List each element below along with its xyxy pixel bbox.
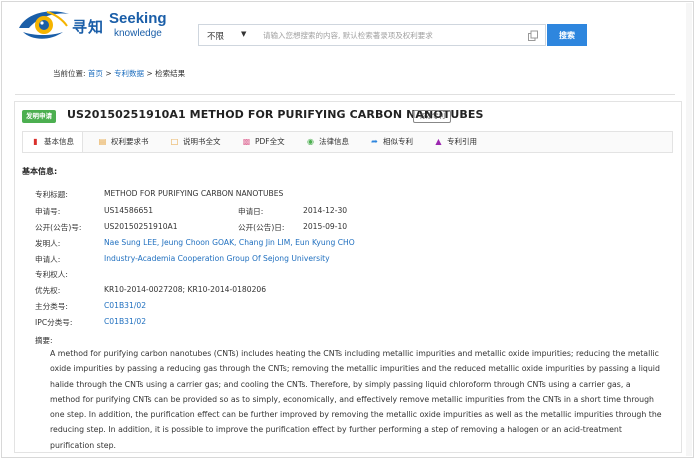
breadcrumb: 当前位置: 首页 > 专利数据 > 检索结果 — [53, 68, 185, 79]
status-badge: 发明申请 — [22, 110, 56, 123]
tab-bar: ▮ 基本信息 ▤ 权利要求书 □ 说明书全文 ▩ PDF全文 ◉ 法律信息 ➦ 相似专利 ▲… — [22, 131, 673, 153]
priority-label: 优先权: — [35, 286, 61, 295]
main-class-label: 主分类号: — [35, 302, 68, 311]
inventor-links[interactable]: Nae Sung LEE, Jeung Choon GOAK, Chang Ji… — [104, 238, 355, 247]
tab-label: 专利引用 — [447, 137, 477, 146]
publication-number-label: 公开(公告)号: — [35, 223, 82, 232]
application-number-label: 申请号: — [35, 207, 61, 216]
application-date-value: 2014-12-30 — [303, 206, 348, 215]
tab-label: 基本信息 — [44, 137, 74, 146]
application-number-value: US14586651 — [104, 206, 154, 215]
dropdown-arrow-icon[interactable]: ▼ — [241, 30, 246, 38]
ipc-class-label: IPC分类号: — [35, 318, 73, 327]
tab-claims[interactable]: ▤ 权利要求书 — [98, 132, 149, 152]
applicant-label: 申请人: — [35, 255, 61, 264]
publication-date-label: 公开(公告)日: — [238, 223, 285, 232]
search-input[interactable] — [263, 26, 525, 44]
title-label: 专利标题: — [35, 190, 68, 199]
document-icon: □ — [170, 137, 179, 146]
share-icon: ➦ — [371, 137, 378, 146]
breadcrumb-patent-data-link[interactable]: 专利数据 — [114, 69, 144, 78]
application-date-label: 申请日: — [238, 207, 264, 216]
inventor-label: 发明人: — [35, 239, 61, 248]
pdf-icon: ▩ — [242, 137, 251, 146]
site-logo[interactable]: 寻知 Seeking knowledge — [17, 6, 167, 46]
tab-basic-info[interactable]: ▮ 基本信息 — [23, 132, 83, 152]
tab-label: 说明书全文 — [183, 137, 221, 146]
header-divider — [15, 94, 675, 95]
abstract-text: A method for purifying carbon nanotubes … — [50, 349, 662, 450]
search-button[interactable]: 搜索 — [547, 24, 587, 46]
tab-description[interactable]: □ 说明书全文 — [170, 132, 221, 152]
abstract-label: 摘要: — [35, 336, 53, 345]
logo-english-sub: knowledge — [114, 28, 162, 39]
breadcrumb-home-link[interactable]: 首页 — [88, 69, 103, 78]
priority-value: KR10-2014-0027208; KR10-2014-0180206 — [104, 285, 267, 294]
valid-patent-tag: 有效专利 — [413, 110, 451, 123]
breadcrumb-prefix: 当前位置: — [53, 69, 86, 78]
tab-label: 权利要求书 — [111, 137, 149, 146]
search-bar: 不限 ▼ — [198, 24, 546, 46]
logo-chinese-text: 寻知 — [72, 18, 105, 36]
tab-pdf[interactable]: ▩ PDF全文 — [242, 132, 285, 152]
bookmark-icon: ▮ — [33, 137, 38, 146]
applicant-link[interactable]: Industry-Academia Cooperation Group Of S… — [104, 254, 330, 263]
tab-label: 相似专利 — [383, 137, 413, 146]
tab-label: 法律信息 — [319, 137, 349, 146]
breadcrumb-separator: > — [146, 69, 153, 78]
tab-similar-patents[interactable]: ➦ 相似专利 — [370, 132, 413, 152]
document-icon: ▤ — [98, 137, 107, 146]
org-chart-icon: ▲ — [435, 137, 442, 146]
main-class-link[interactable]: C01B31/02 — [104, 301, 146, 310]
search-scope-select[interactable]: 不限 — [207, 30, 224, 42]
copy-icon[interactable] — [527, 30, 539, 42]
eye-logo-icon — [19, 11, 69, 39]
breadcrumb-separator: > — [105, 69, 112, 78]
tab-legal-info[interactable]: ◉ 法律信息 — [306, 132, 349, 152]
ipc-class-link[interactable]: C01B31/02 — [104, 317, 146, 326]
vertical-scrollbar[interactable] — [686, 3, 692, 456]
publication-date-value: 2015-09-10 — [303, 222, 348, 231]
tab-citations[interactable]: ▲ 专利引用 — [434, 132, 477, 152]
legal-icon: ◉ — [307, 137, 314, 146]
publication-number-value: US20150251910A1 — [104, 222, 178, 231]
breadcrumb-current: 检索结果 — [155, 69, 186, 78]
patent-holder-label: 专利权人: — [35, 270, 68, 279]
section-title: 基本信息: — [22, 167, 58, 176]
title-value: METHOD FOR PURIFYING CARBON NANOTUBES — [104, 189, 284, 198]
tab-label: PDF全文 — [255, 137, 285, 146]
logo-english-main: Seeking — [109, 10, 167, 27]
